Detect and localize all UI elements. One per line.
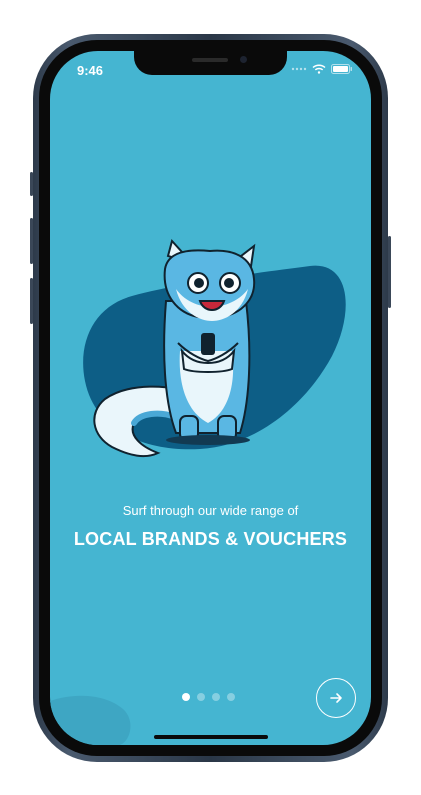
- arrow-right-icon: [330, 693, 342, 703]
- pagination-dots: [182, 693, 235, 701]
- pagination-dot-4[interactable]: [227, 693, 235, 701]
- fox-mascot-illustration: [93, 238, 256, 458]
- pagination-dot-2[interactable]: [197, 693, 205, 701]
- battery-icon: [331, 64, 352, 74]
- earpiece-speaker: [192, 58, 228, 62]
- onboarding-screen: 9:46 Surf through our wide range of LOCA…: [50, 51, 371, 745]
- front-camera: [240, 56, 247, 63]
- onboarding-subtitle: Surf through our wide range of: [122, 503, 299, 518]
- onboarding-headline: LOCAL BRANDS & VOUCHERS: [73, 529, 348, 549]
- volume-up-button: [30, 218, 33, 264]
- volume-down-button: [30, 278, 33, 324]
- home-indicator[interactable]: [154, 735, 268, 739]
- notch: [134, 51, 287, 75]
- mute-switch: [30, 172, 33, 196]
- wifi-icon: [312, 64, 326, 74]
- next-button[interactable]: [316, 678, 356, 718]
- signal-dots-icon: [291, 67, 307, 71]
- pagination-dot-3[interactable]: [212, 693, 220, 701]
- pagination-dot-1[interactable]: [182, 693, 190, 701]
- status-time: 9:46: [77, 63, 104, 78]
- power-button: [388, 236, 391, 308]
- status-icons: [291, 64, 353, 74]
